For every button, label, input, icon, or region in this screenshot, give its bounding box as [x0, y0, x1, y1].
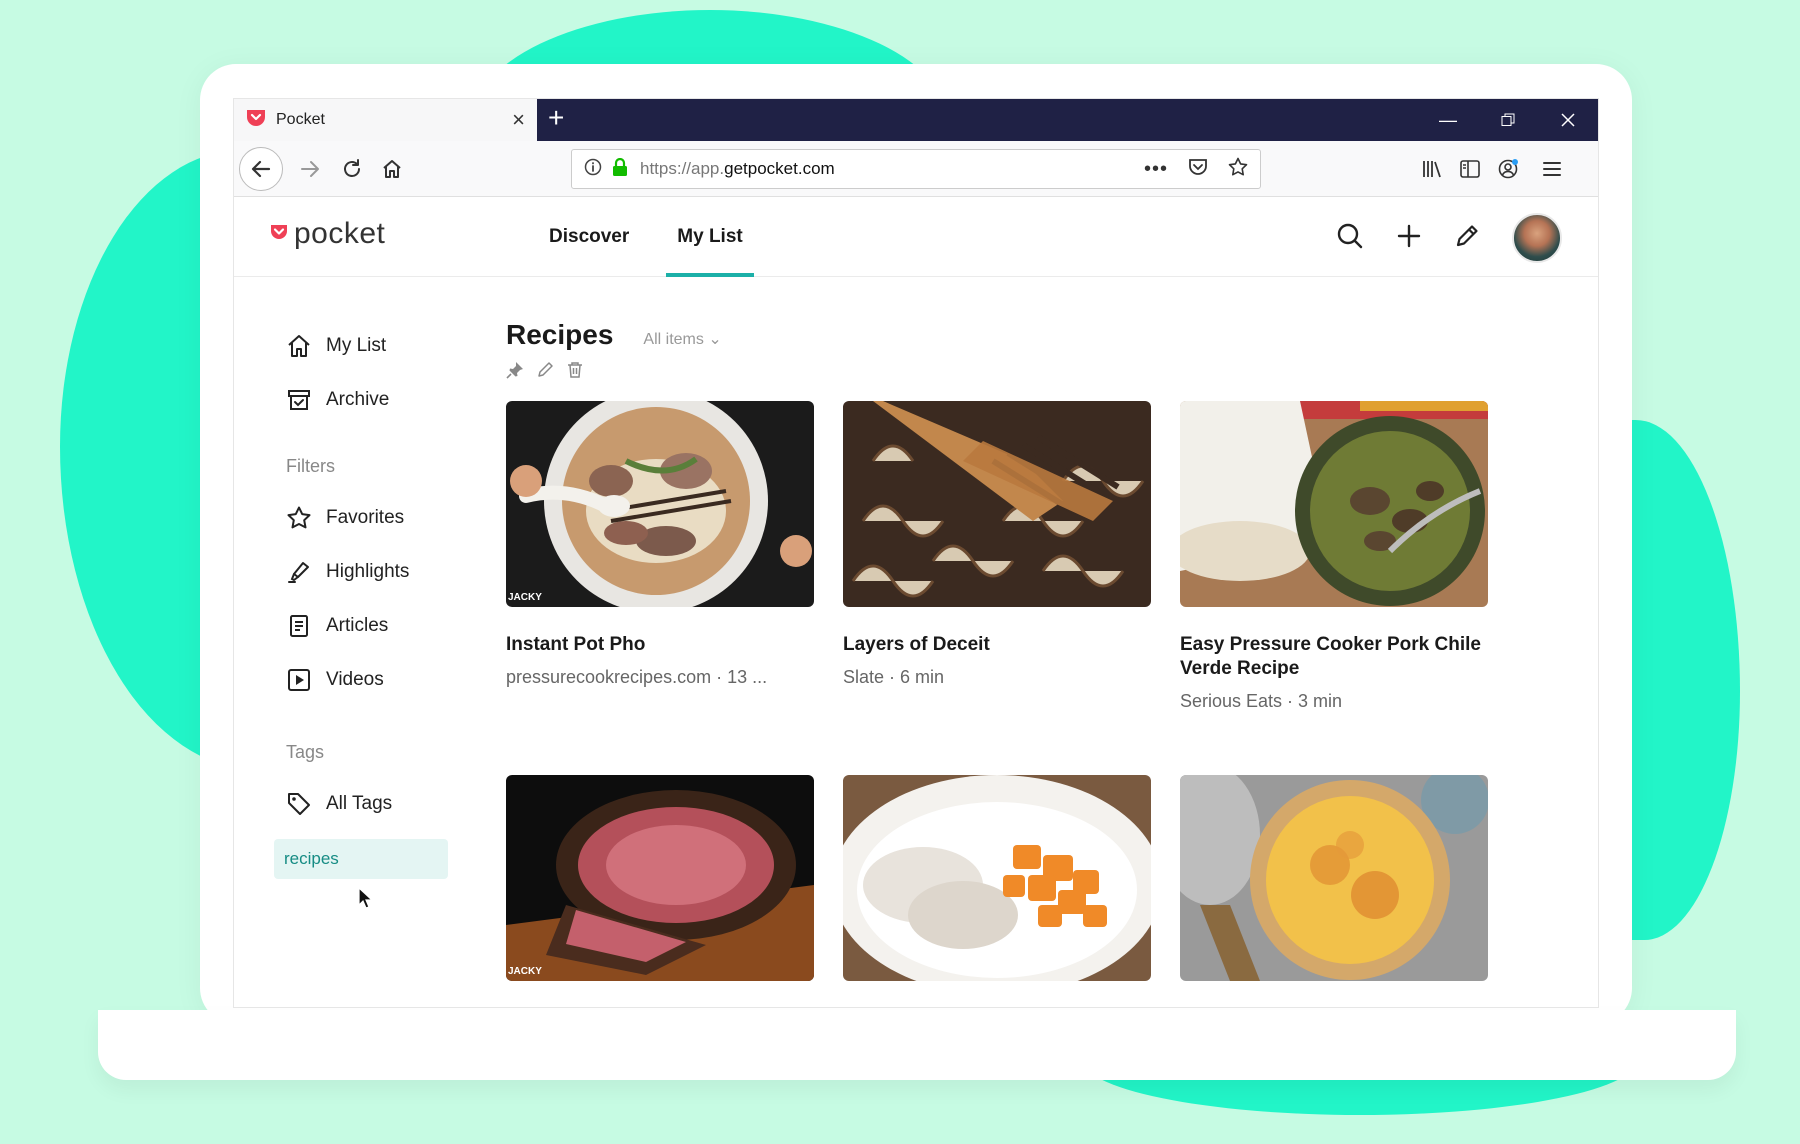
video-icon — [288, 669, 310, 691]
laptop-base — [98, 1010, 1736, 1080]
minimize-icon[interactable]: — — [1418, 99, 1478, 141]
sidebar-toggle-icon[interactable] — [1452, 149, 1488, 189]
new-tab-button[interactable]: + — [548, 102, 564, 134]
nav-my-list[interactable]: My List — [662, 197, 757, 277]
card-title[interactable]: Layers of Deceit — [843, 633, 1151, 657]
header-actions — [1336, 213, 1562, 263]
pocket-logo-icon — [270, 224, 288, 245]
card-item[interactable]: Layers of Deceit Slate · 6 min — [843, 401, 1151, 688]
info-icon[interactable] — [584, 158, 602, 181]
browser-tab[interactable]: Pocket × — [234, 99, 537, 141]
sidebar-item-label: Highlights — [326, 561, 410, 582]
card-title[interactable]: Easy Pressure Cooker Pork Chile Verde Re… — [1180, 633, 1488, 681]
card-item[interactable]: JACKY Instant Pot Pho pressurecookrecipe… — [506, 401, 814, 688]
sidebar-item-label: Archive — [326, 389, 390, 410]
card-meta: pressurecookrecipes.com · 13 ... — [506, 667, 768, 687]
menu-icon[interactable] — [1534, 149, 1570, 189]
sidebar-item-archive[interactable]: Archive — [274, 373, 494, 427]
url-text: https://app.getpocket.com — [640, 159, 835, 178]
forward-button[interactable] — [292, 149, 328, 189]
sidebar-item-label: Videos — [326, 669, 384, 690]
tags-heading: Tags — [286, 741, 325, 762]
pocket-header: pocket Discover My List — [234, 197, 1598, 277]
rename-tag-icon[interactable] — [536, 361, 554, 384]
filters-heading: Filters — [286, 455, 335, 476]
sidebar-item-videos[interactable]: Videos — [274, 653, 494, 707]
account-icon[interactable] — [1490, 149, 1526, 189]
card-title[interactable]: Instant Pot Pho — [506, 633, 814, 657]
home-button[interactable] — [374, 149, 410, 189]
page-title: Recipes — [506, 319, 614, 350]
card-thumbnail[interactable] — [1180, 775, 1488, 981]
article-icon — [290, 615, 308, 637]
page-actions-icon[interactable]: ••• — [1144, 158, 1168, 181]
card-thumbnail[interactable]: JACKY — [506, 775, 814, 981]
sidebar-item-my-list[interactable]: My List — [274, 319, 494, 373]
items-filter-dropdown[interactable]: All items ⌄ — [643, 329, 721, 349]
pin-icon[interactable] — [506, 361, 524, 384]
sidebar-item-label: All Tags — [326, 793, 393, 814]
lock-icon — [612, 157, 628, 181]
library-icon[interactable] — [1414, 149, 1450, 189]
sidebar-item-all-tags[interactable]: All Tags — [274, 777, 494, 831]
back-button[interactable] — [239, 147, 283, 191]
card-item[interactable]: JACKY — [506, 775, 814, 1007]
mouse-cursor-icon — [358, 886, 374, 914]
card-thumbnail[interactable] — [1180, 401, 1488, 607]
chevron-down-icon: ⌄ — [708, 331, 722, 348]
tag-actions — [506, 361, 584, 384]
card-item[interactable] — [843, 775, 1151, 1007]
card-meta: Serious Eats · 3 min — [1180, 691, 1343, 711]
sidebar-item-favorites[interactable]: Favorites — [274, 491, 494, 545]
add-icon[interactable] — [1396, 223, 1422, 254]
pocket-logo[interactable]: pocket — [270, 217, 385, 251]
image-watermark: JACKY — [508, 592, 542, 603]
browser-window: Pocket × + — https://app.getpocket.com •… — [233, 98, 1599, 1008]
highlighter-icon — [288, 562, 309, 583]
sidebar-item-label: My List — [326, 335, 387, 356]
sidebar-item-highlights[interactable]: Highlights — [274, 545, 494, 599]
trash-icon[interactable] — [566, 361, 584, 384]
sidebar-item-articles[interactable]: Articles — [274, 599, 494, 653]
tab-bar: Pocket × + — — [234, 99, 1598, 141]
nav-discover[interactable]: Discover — [534, 197, 644, 277]
tag-icon — [288, 793, 310, 815]
card-thumbnail[interactable] — [843, 775, 1151, 981]
card-thumbnail[interactable] — [843, 401, 1151, 607]
tag-recipes[interactable]: recipes — [274, 839, 448, 879]
sidebar-item-label: Articles — [326, 615, 389, 636]
archive-icon — [288, 390, 310, 410]
sidebar: My List Archive Filters Favorites Highli… — [274, 319, 494, 879]
card-thumbnail[interactable]: JACKY — [506, 401, 814, 607]
image-watermark: JACKY — [508, 966, 542, 977]
edit-pencil-icon[interactable] — [1454, 223, 1480, 254]
main-content: Recipes All items ⌄ JACKY Instant Pot Ph… — [506, 277, 1566, 1007]
window-controls: — — [1418, 99, 1598, 141]
url-bar[interactable]: https://app.getpocket.com ••• — [571, 149, 1261, 189]
card-item[interactable]: Easy Pressure Cooker Pork Chile Verde Re… — [1180, 401, 1488, 712]
search-icon[interactable] — [1336, 222, 1364, 255]
pocket-save-icon[interactable] — [1188, 158, 1208, 181]
browser-toolbar: https://app.getpocket.com ••• — [234, 141, 1598, 197]
tab-title: Pocket — [276, 111, 325, 128]
home-icon — [288, 335, 310, 357]
card-meta: Slate · 6 min — [843, 667, 945, 687]
close-tab-icon[interactable]: × — [512, 109, 525, 131]
restore-icon[interactable] — [1478, 99, 1538, 141]
pocket-favicon-icon — [246, 109, 266, 132]
sidebar-item-label: Favorites — [326, 507, 405, 528]
reload-button[interactable] — [334, 149, 370, 189]
star-icon — [287, 506, 311, 529]
card-item[interactable] — [1180, 775, 1488, 1007]
avatar[interactable] — [1512, 213, 1562, 263]
close-window-icon[interactable] — [1538, 99, 1598, 141]
main-nav: Discover My List — [534, 197, 776, 277]
bookmark-star-icon[interactable] — [1228, 157, 1248, 182]
logo-text: pocket — [294, 217, 386, 250]
